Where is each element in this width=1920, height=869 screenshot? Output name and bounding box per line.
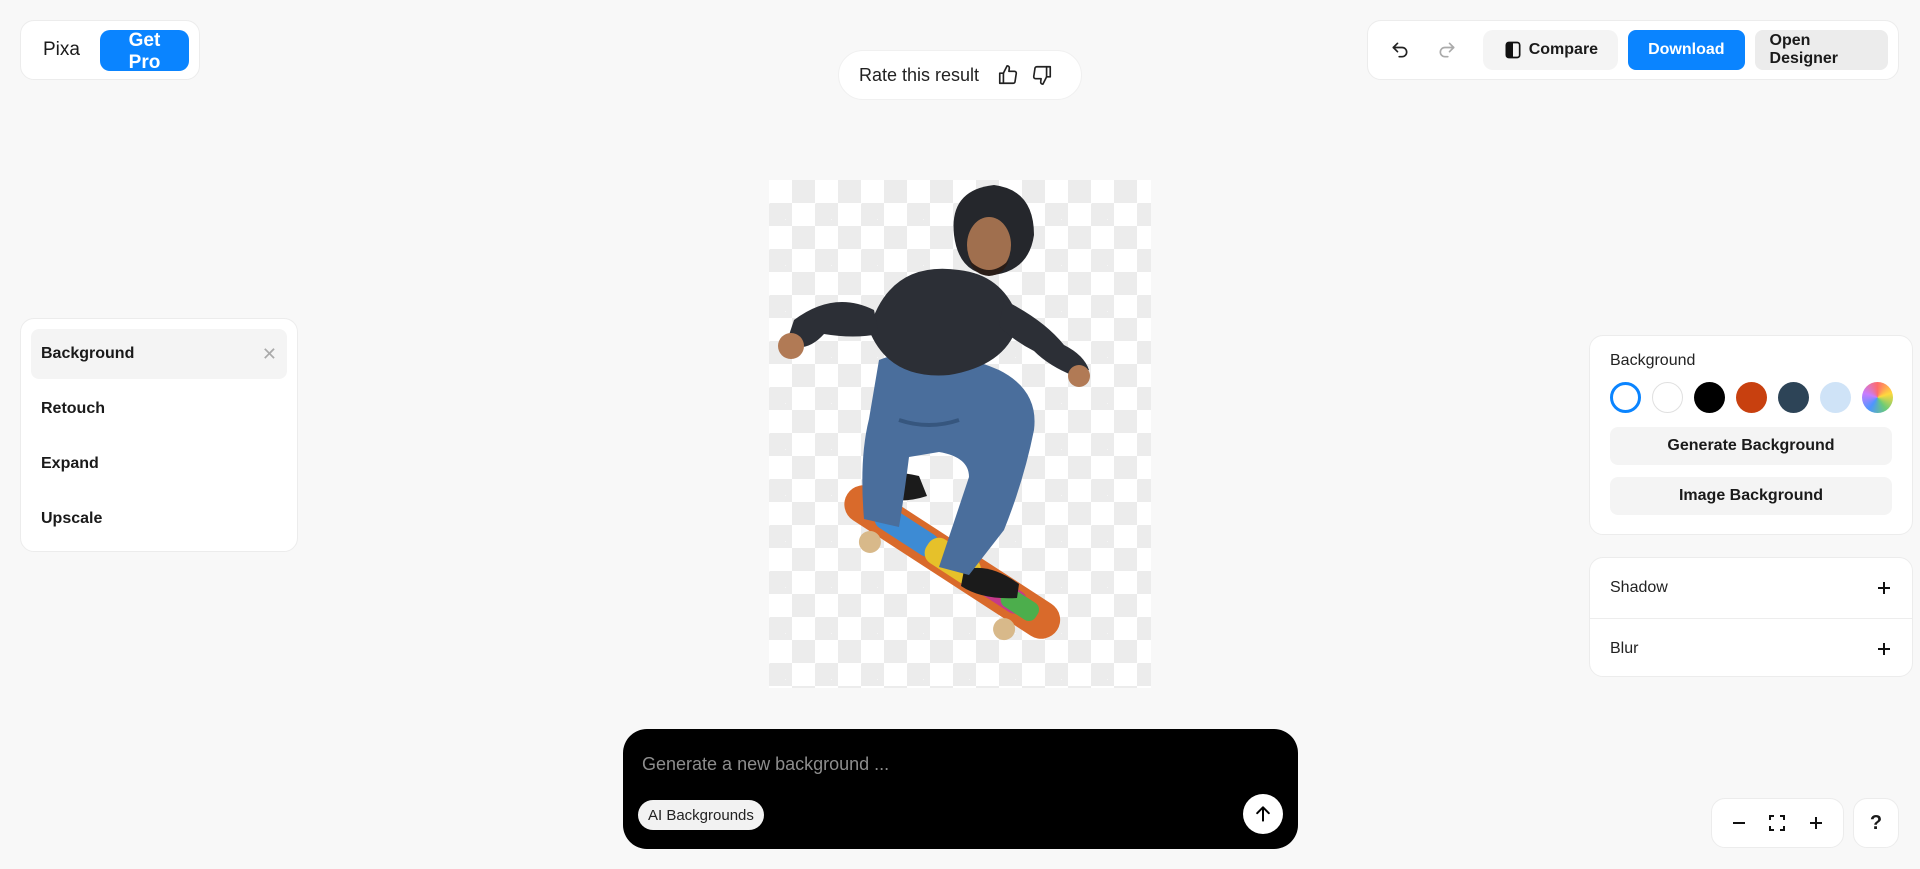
tool-item-label: Background xyxy=(41,345,135,362)
tool-item-background[interactable]: Background ✕ xyxy=(31,329,287,379)
swatch-black[interactable] xyxy=(1694,382,1725,413)
undo-icon[interactable] xyxy=(1382,30,1418,70)
rate-result-pill: Rate this result xyxy=(838,50,1082,100)
effect-label: Shadow xyxy=(1610,579,1668,596)
minus-icon[interactable] xyxy=(1731,815,1747,831)
effects-panel: Shadow Blur xyxy=(1589,557,1913,677)
prompt-input[interactable] xyxy=(642,749,1242,779)
compare-button[interactable]: Compare xyxy=(1482,30,1619,70)
brand-card: Pixa Get Pro xyxy=(20,20,200,80)
swatch-white[interactable] xyxy=(1652,382,1683,413)
tool-item-upscale[interactable]: Upscale xyxy=(31,494,287,544)
thumbs-up-icon[interactable] xyxy=(997,64,1019,86)
tool-item-retouch[interactable]: Retouch xyxy=(31,384,287,434)
image-background-button[interactable]: Image Background xyxy=(1610,477,1892,515)
top-toolbar: Compare Download Open Designer xyxy=(1367,20,1899,80)
swatch-light-blue[interactable] xyxy=(1820,382,1851,413)
send-button[interactable] xyxy=(1243,794,1283,834)
tools-panel: Background ✕ Retouch Expand Upscale xyxy=(20,318,298,552)
generate-background-button[interactable]: Generate Background xyxy=(1610,427,1892,465)
prompt-box: AI Backgrounds xyxy=(623,729,1298,849)
tool-item-label: Upscale xyxy=(41,510,103,527)
swatch-gradient[interactable] xyxy=(1862,382,1893,413)
tool-item-expand[interactable]: Expand xyxy=(31,439,287,489)
rate-label: Rate this result xyxy=(859,64,980,85)
brand-name[interactable]: Pixa xyxy=(43,39,80,61)
tool-item-label: Expand xyxy=(41,455,99,472)
background-panel: Background Generate Background Image Bac… xyxy=(1589,335,1913,535)
compare-icon xyxy=(1505,41,1521,59)
redo-icon[interactable] xyxy=(1428,30,1464,70)
swatch-row xyxy=(1610,382,1893,413)
effect-label: Blur xyxy=(1610,639,1639,657)
open-designer-button[interactable]: Open Designer xyxy=(1754,30,1888,70)
background-panel-title: Background xyxy=(1610,352,1696,369)
download-button[interactable]: Download xyxy=(1628,30,1745,70)
image-canvas[interactable] xyxy=(769,180,1151,688)
fullscreen-icon[interactable] xyxy=(1768,814,1786,832)
arrow-up-icon xyxy=(1256,806,1270,822)
plus-icon[interactable] xyxy=(1808,815,1824,831)
close-icon[interactable]: ✕ xyxy=(262,344,277,365)
get-pro-button[interactable]: Get Pro xyxy=(99,29,189,73)
ai-backgrounds-chip[interactable]: AI Backgrounds xyxy=(638,800,764,830)
swatch-slate[interactable] xyxy=(1778,382,1809,413)
zoom-controls xyxy=(1711,798,1844,848)
effect-row-blur[interactable]: Blur xyxy=(1590,618,1912,678)
compare-label: Compare xyxy=(1528,41,1599,58)
swatch-orange[interactable] xyxy=(1736,382,1767,413)
tool-item-label: Retouch xyxy=(41,400,105,417)
skateboarder-cutout xyxy=(778,185,1090,641)
effect-row-shadow[interactable]: Shadow xyxy=(1590,558,1912,618)
plus-icon[interactable] xyxy=(1876,580,1892,596)
swatch-transparent[interactable] xyxy=(1610,382,1641,413)
help-button[interactable]: ? xyxy=(1853,798,1899,848)
plus-icon[interactable] xyxy=(1876,641,1892,657)
thumbs-down-icon[interactable] xyxy=(1031,64,1053,86)
